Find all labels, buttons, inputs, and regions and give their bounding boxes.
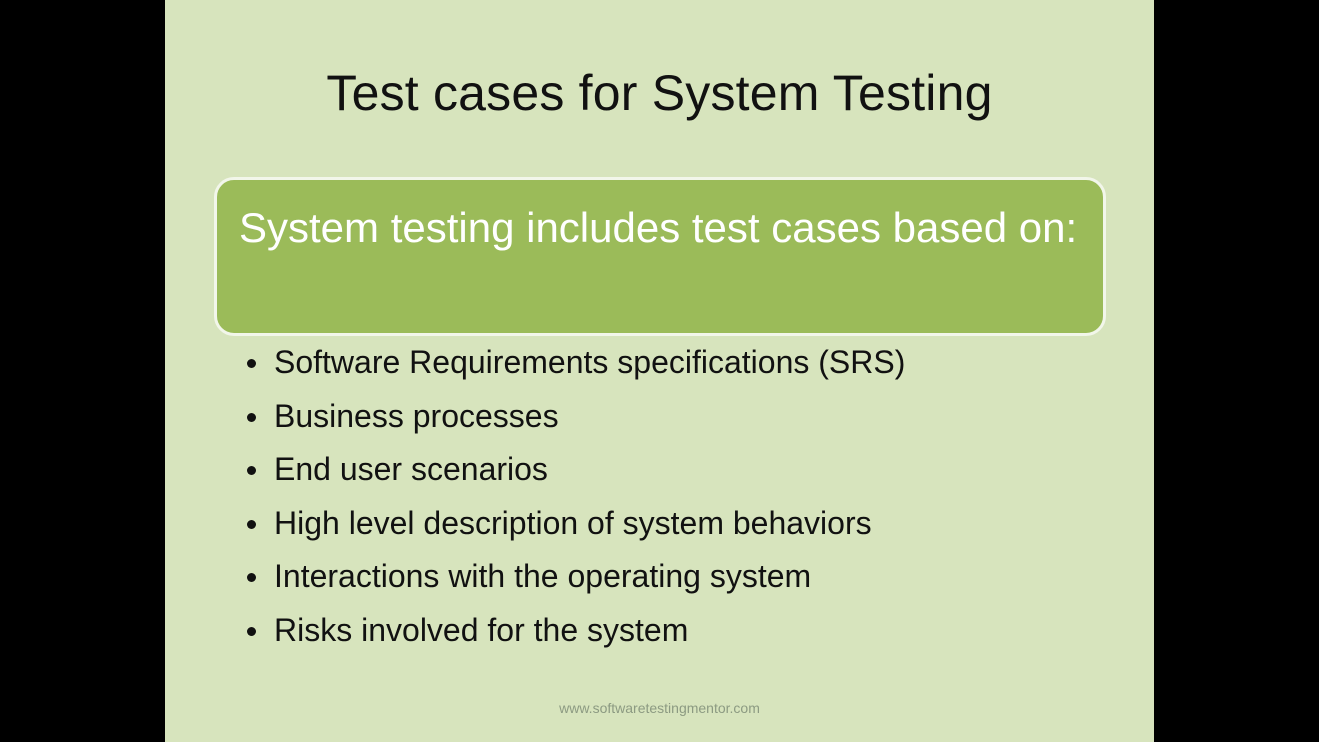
bullet-list: Software Requirements specifications (SR…	[243, 336, 1123, 657]
slide-title: Test cases for System Testing	[326, 65, 993, 121]
bullet-item-risks: Risks involved for the system	[243, 604, 1123, 658]
bullet-text: Risks involved for the system	[274, 611, 689, 648]
bullet-text: High level description of system behavio…	[274, 504, 872, 541]
callout-box: System testing includes test cases based…	[214, 177, 1106, 336]
bullet-dot-icon	[247, 573, 256, 582]
bullet-text: Interactions with the operating system	[274, 558, 812, 594]
bullet-dot-icon	[247, 412, 256, 422]
bullet-dot-icon	[247, 519, 256, 529]
bullet-item-business-processes: Business processes	[243, 390, 1123, 444]
slide: Test cases for System Testing System tes…	[165, 0, 1154, 742]
bullet-item-srs: Software Requirements specifications (SR…	[243, 336, 1123, 390]
bullet-text: Business processes	[274, 397, 559, 434]
bullet-dot-icon	[247, 359, 256, 368]
bullet-dot-icon	[247, 626, 256, 636]
bullet-text: Software Requirements specifications (SR…	[274, 344, 906, 380]
bullet-item-high-level-description: High level description of system behavio…	[243, 497, 1123, 551]
bullet-text: End user scenarios	[274, 451, 548, 487]
footer-url: www.softwaretestingmentor.com	[559, 700, 760, 716]
bullet-dot-icon	[247, 466, 256, 475]
video-frame: Test cases for System Testing System tes…	[0, 0, 1319, 742]
bullet-item-os-interactions: Interactions with the operating system	[243, 550, 1123, 604]
bullet-item-end-user-scenarios: End user scenarios	[243, 443, 1123, 497]
